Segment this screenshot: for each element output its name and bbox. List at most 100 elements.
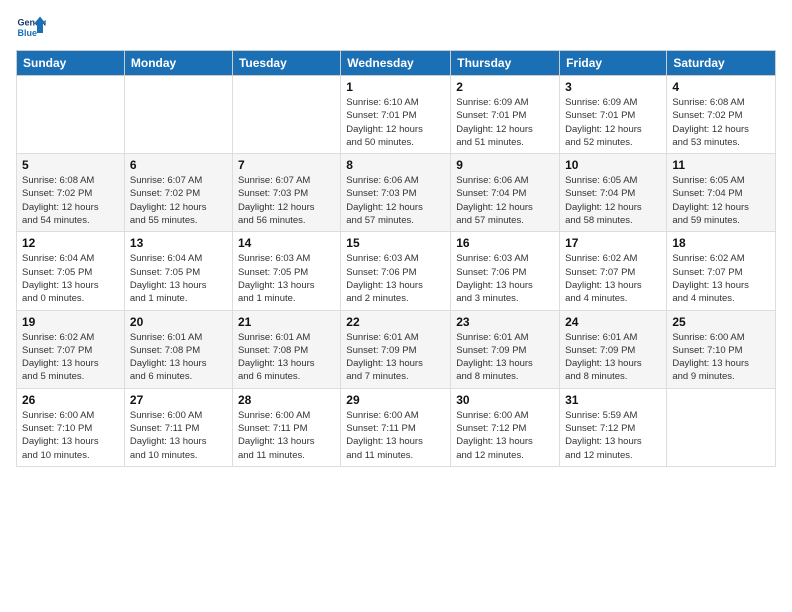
day-number: 11 (672, 158, 770, 172)
calendar-cell: 3Sunrise: 6:09 AMSunset: 7:01 PMDaylight… (560, 76, 667, 154)
day-info-line: Sunset: 7:04 PM (672, 187, 770, 200)
day-number: 5 (22, 158, 119, 172)
day-info-line: Daylight: 13 hours (565, 279, 661, 292)
weekday-header-thursday: Thursday (451, 51, 560, 76)
day-info-line: and 2 minutes. (346, 292, 445, 305)
day-info-line: and 8 minutes. (456, 370, 554, 383)
day-info-line: Daylight: 13 hours (672, 279, 770, 292)
day-info-line: and 4 minutes. (672, 292, 770, 305)
calendar-cell: 28Sunrise: 6:00 AMSunset: 7:11 PMDayligh… (232, 388, 340, 466)
day-info-line: Daylight: 13 hours (22, 357, 119, 370)
day-info-line: Sunrise: 6:04 AM (130, 252, 227, 265)
day-number: 29 (346, 393, 445, 407)
day-info-line: Sunset: 7:09 PM (565, 344, 661, 357)
day-number: 16 (456, 236, 554, 250)
weekday-header-friday: Friday (560, 51, 667, 76)
day-info-line: Sunrise: 6:07 AM (130, 174, 227, 187)
day-number: 31 (565, 393, 661, 407)
day-info-line: Sunrise: 6:04 AM (22, 252, 119, 265)
day-info-line: Sunrise: 6:01 AM (238, 331, 335, 344)
day-info-line: Daylight: 13 hours (456, 357, 554, 370)
day-info-line: Sunset: 7:10 PM (22, 422, 119, 435)
day-info-line: and 57 minutes. (456, 214, 554, 227)
calendar-cell: 2Sunrise: 6:09 AMSunset: 7:01 PMDaylight… (451, 76, 560, 154)
day-info-line: Sunset: 7:05 PM (22, 266, 119, 279)
calendar-cell: 19Sunrise: 6:02 AMSunset: 7:07 PMDayligh… (17, 310, 125, 388)
calendar-cell (17, 76, 125, 154)
day-info-line: Sunset: 7:01 PM (565, 109, 661, 122)
day-number: 1 (346, 80, 445, 94)
weekday-header-wednesday: Wednesday (341, 51, 451, 76)
day-number: 26 (22, 393, 119, 407)
day-info-line: and 11 minutes. (346, 449, 445, 462)
calendar-cell: 13Sunrise: 6:04 AMSunset: 7:05 PMDayligh… (124, 232, 232, 310)
day-info-line: Sunset: 7:12 PM (456, 422, 554, 435)
calendar-week-4: 19Sunrise: 6:02 AMSunset: 7:07 PMDayligh… (17, 310, 776, 388)
day-info-line: and 57 minutes. (346, 214, 445, 227)
calendar-week-3: 12Sunrise: 6:04 AMSunset: 7:05 PMDayligh… (17, 232, 776, 310)
day-info-line: Sunset: 7:04 PM (456, 187, 554, 200)
day-info-line: Daylight: 12 hours (22, 201, 119, 214)
calendar-cell: 30Sunrise: 6:00 AMSunset: 7:12 PMDayligh… (451, 388, 560, 466)
day-info-line: and 58 minutes. (565, 214, 661, 227)
day-info-line: Sunrise: 6:05 AM (672, 174, 770, 187)
day-info-line: Sunrise: 6:02 AM (672, 252, 770, 265)
day-info-line: Sunrise: 6:08 AM (672, 96, 770, 109)
day-info-line: Sunset: 7:11 PM (130, 422, 227, 435)
calendar-header: SundayMondayTuesdayWednesdayThursdayFrid… (17, 51, 776, 76)
day-info-line: Daylight: 12 hours (565, 123, 661, 136)
day-info-line: and 6 minutes. (130, 370, 227, 383)
day-info-line: and 55 minutes. (130, 214, 227, 227)
calendar-cell: 24Sunrise: 6:01 AMSunset: 7:09 PMDayligh… (560, 310, 667, 388)
day-info-line: and 51 minutes. (456, 136, 554, 149)
day-info-line: Daylight: 13 hours (346, 435, 445, 448)
calendar-cell: 26Sunrise: 6:00 AMSunset: 7:10 PMDayligh… (17, 388, 125, 466)
calendar-cell: 16Sunrise: 6:03 AMSunset: 7:06 PMDayligh… (451, 232, 560, 310)
day-info-line: Sunset: 7:04 PM (565, 187, 661, 200)
day-info-line: Sunrise: 6:01 AM (346, 331, 445, 344)
calendar-body: 1Sunrise: 6:10 AMSunset: 7:01 PMDaylight… (17, 76, 776, 467)
day-info-line: Sunset: 7:02 PM (672, 109, 770, 122)
day-info-line: Sunset: 7:03 PM (238, 187, 335, 200)
calendar-cell: 15Sunrise: 6:03 AMSunset: 7:06 PMDayligh… (341, 232, 451, 310)
calendar-cell: 7Sunrise: 6:07 AMSunset: 7:03 PMDaylight… (232, 154, 340, 232)
day-number: 30 (456, 393, 554, 407)
day-info-line: Daylight: 13 hours (672, 357, 770, 370)
calendar-cell: 21Sunrise: 6:01 AMSunset: 7:08 PMDayligh… (232, 310, 340, 388)
day-info-line: Sunrise: 6:02 AM (22, 331, 119, 344)
day-info-line: Daylight: 13 hours (130, 435, 227, 448)
day-info-line: Daylight: 12 hours (130, 201, 227, 214)
day-number: 28 (238, 393, 335, 407)
day-number: 14 (238, 236, 335, 250)
day-info-line: and 54 minutes. (22, 214, 119, 227)
day-number: 17 (565, 236, 661, 250)
calendar-cell: 20Sunrise: 6:01 AMSunset: 7:08 PMDayligh… (124, 310, 232, 388)
day-info-line: Sunset: 7:11 PM (346, 422, 445, 435)
day-info-line: Sunset: 7:10 PM (672, 344, 770, 357)
day-info-line: Daylight: 12 hours (565, 201, 661, 214)
day-info-line: Daylight: 13 hours (238, 279, 335, 292)
day-info-line: Daylight: 13 hours (565, 357, 661, 370)
day-info-line: Sunrise: 6:08 AM (22, 174, 119, 187)
day-info-line: Sunrise: 6:09 AM (565, 96, 661, 109)
day-info-line: Daylight: 12 hours (456, 201, 554, 214)
day-info-line: Sunset: 7:08 PM (238, 344, 335, 357)
calendar-table: SundayMondayTuesdayWednesdayThursdayFrid… (16, 50, 776, 467)
day-info-line: Sunrise: 6:01 AM (456, 331, 554, 344)
day-info-line: and 12 minutes. (565, 449, 661, 462)
day-number: 7 (238, 158, 335, 172)
day-info-line: and 6 minutes. (238, 370, 335, 383)
day-info-line: Daylight: 13 hours (22, 435, 119, 448)
day-info-line: Sunset: 7:03 PM (346, 187, 445, 200)
day-info-line: Sunrise: 6:02 AM (565, 252, 661, 265)
day-number: 23 (456, 315, 554, 329)
day-info-line: Daylight: 13 hours (22, 279, 119, 292)
day-info-line: Sunrise: 6:06 AM (346, 174, 445, 187)
day-number: 20 (130, 315, 227, 329)
calendar-cell: 23Sunrise: 6:01 AMSunset: 7:09 PMDayligh… (451, 310, 560, 388)
day-info-line: and 5 minutes. (22, 370, 119, 383)
day-info-line: Sunrise: 6:06 AM (456, 174, 554, 187)
calendar-cell: 5Sunrise: 6:08 AMSunset: 7:02 PMDaylight… (17, 154, 125, 232)
calendar-cell: 10Sunrise: 6:05 AMSunset: 7:04 PMDayligh… (560, 154, 667, 232)
calendar-cell: 31Sunrise: 5:59 AMSunset: 7:12 PMDayligh… (560, 388, 667, 466)
